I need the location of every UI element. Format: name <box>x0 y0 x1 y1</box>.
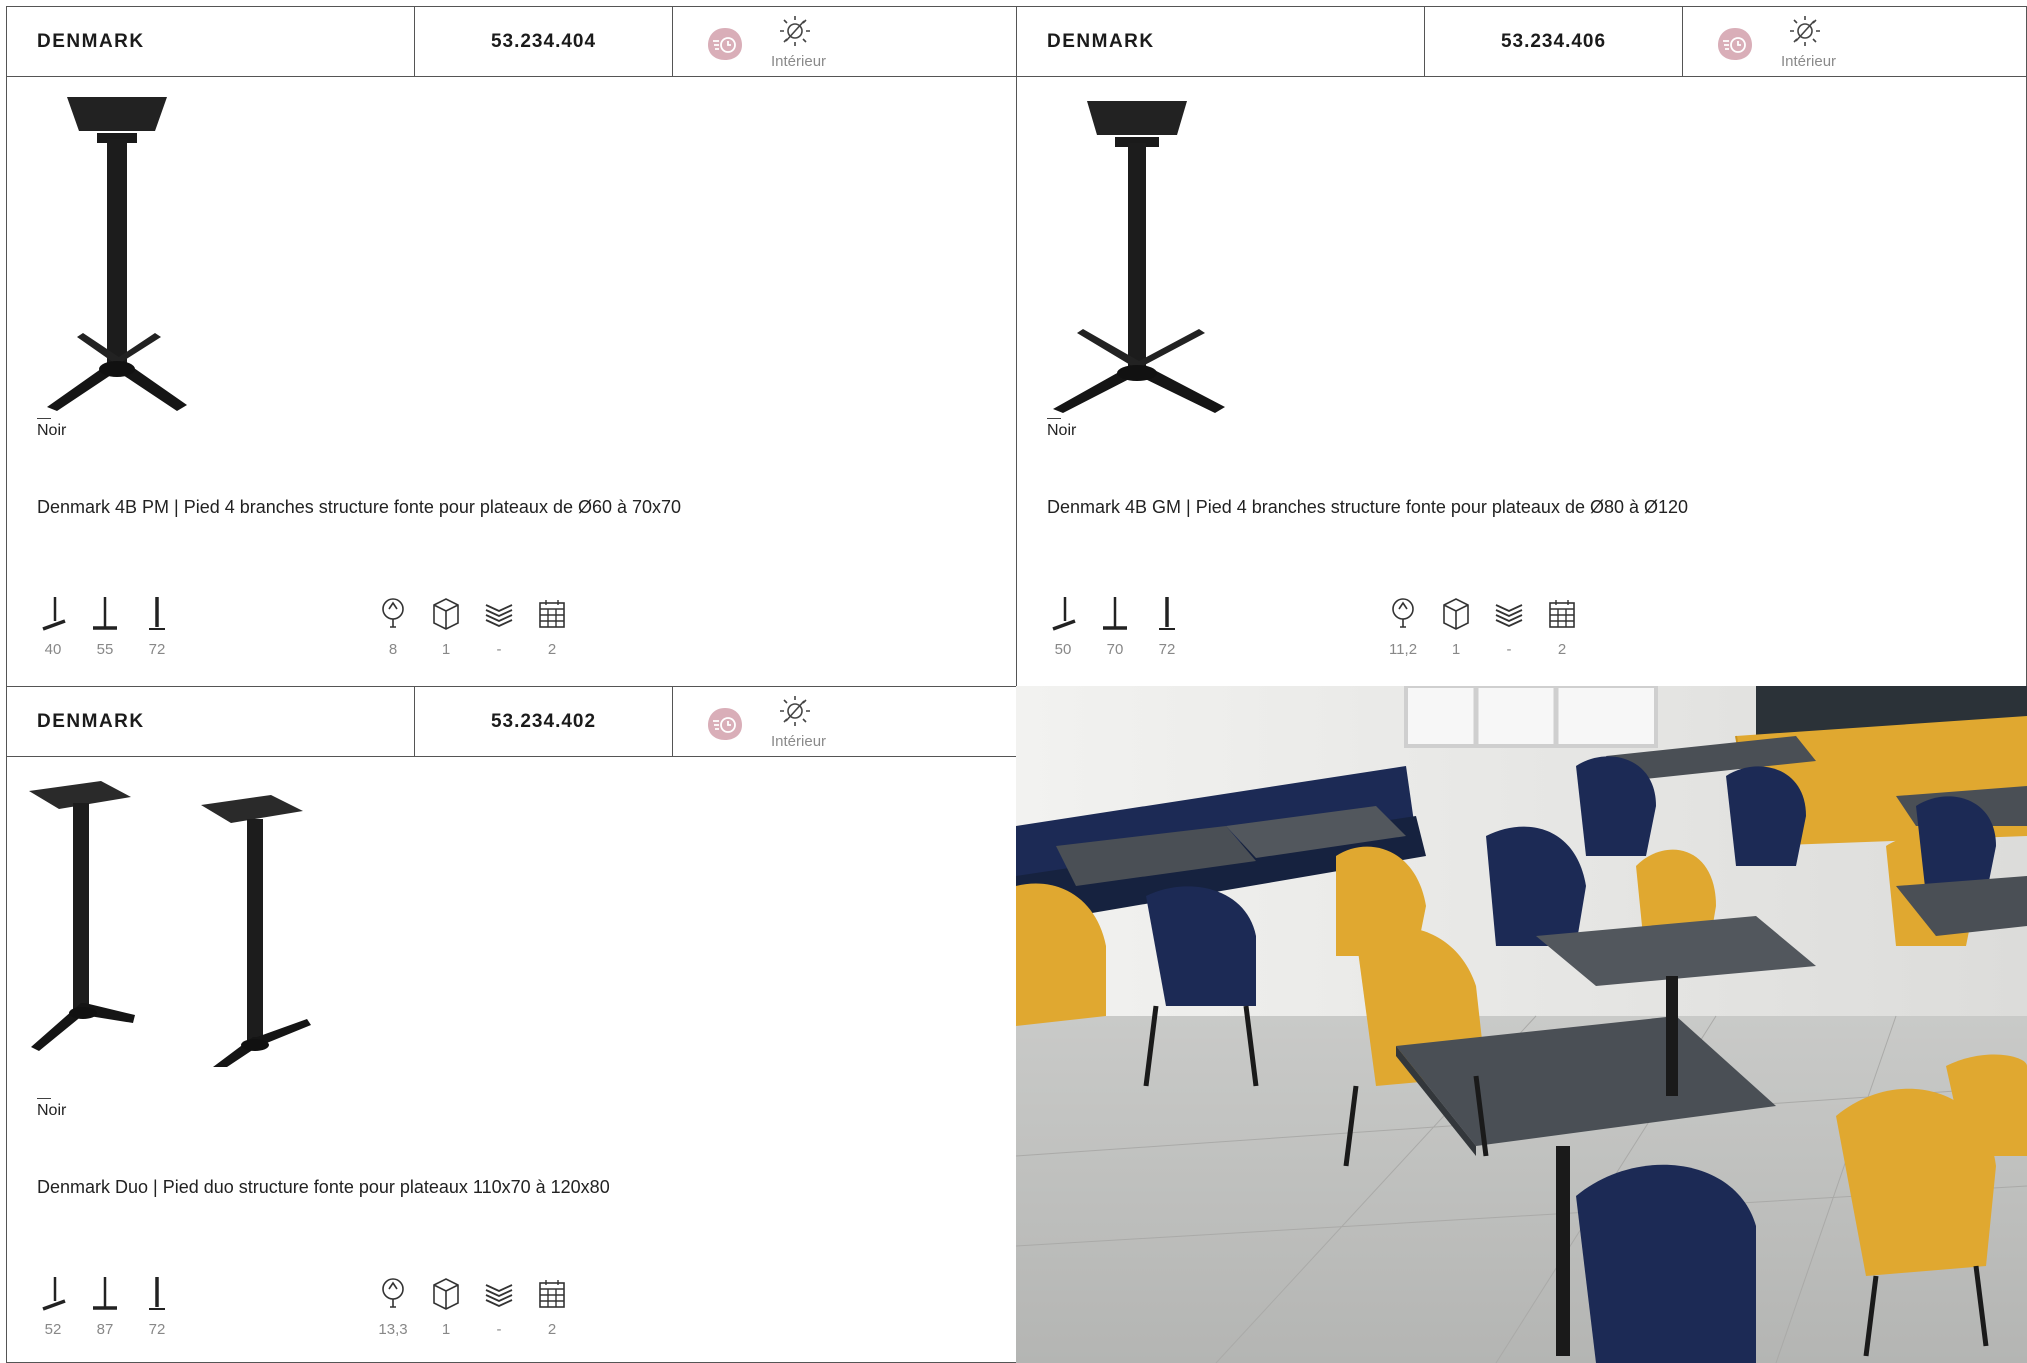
ambiance-photo <box>1016 686 2027 1363</box>
leg-depth-icon <box>93 1277 117 1310</box>
fast-delivery-icon <box>708 708 742 740</box>
environment-cell: Intérieur <box>1683 7 2026 76</box>
card-header: DENMARK 53.234.404 Intérieur <box>7 7 1016 77</box>
dim-depth-value: 55 <box>96 641 114 658</box>
environment-cell: Intérieur <box>673 7 1016 76</box>
product-name: DENMARK <box>1017 7 1425 76</box>
box-value: 1 <box>441 641 451 658</box>
leg-height-icon <box>149 1277 165 1310</box>
leg-depth-icon <box>1103 597 1127 630</box>
dim-height-value: 72 <box>148 1321 166 1338</box>
calendar-value: 2 <box>547 1321 557 1338</box>
sun-icon <box>780 696 810 726</box>
restaurant-room-illustration <box>1016 686 2027 1363</box>
sun-icon <box>780 16 810 46</box>
leg-width-icon <box>42 597 66 631</box>
box-value: 1 <box>1451 641 1461 658</box>
stack-icon <box>485 604 513 627</box>
product-card-3: DENMARK 53.234.402 Intérieur — Noir Denm… <box>6 686 1017 1363</box>
leg-width-icon <box>1052 597 1076 631</box>
stack-value: - <box>496 1321 502 1338</box>
environment-label: Intérieur <box>771 53 827 70</box>
calendar-value: 2 <box>547 641 557 658</box>
weight-icon <box>382 1278 404 1308</box>
product-code: 53.234.404 <box>415 7 673 76</box>
product-code: 53.234.406 <box>1425 7 1683 76</box>
box-value: 1 <box>441 1321 451 1338</box>
product-code: 53.234.402 <box>415 687 673 756</box>
dim-height-value: 72 <box>1158 641 1176 658</box>
product-description: Denmark 4B GM | Pied 4 branches structur… <box>1047 497 1689 517</box>
environment-label: Intérieur <box>1781 53 1837 70</box>
leg-height-icon <box>149 597 165 630</box>
calendar-value: 2 <box>1557 641 1567 658</box>
product-photo-duo <box>21 767 351 1067</box>
weight-value: 13,3 <box>378 1321 408 1338</box>
sun-icon <box>1790 16 1820 46</box>
weight-icon <box>1392 598 1414 628</box>
weight-value: 11,2 <box>1388 641 1418 658</box>
dim-width-value: 52 <box>44 1321 62 1338</box>
stack-icon <box>1495 604 1523 627</box>
product-description: Denmark 4B PM | Pied 4 branches structur… <box>37 497 682 517</box>
weight-value: 8 <box>388 641 398 658</box>
leg-depth-icon <box>93 597 117 630</box>
calendar-icon <box>539 600 565 628</box>
dim-width-value: 50 <box>1054 641 1072 658</box>
calendar-icon <box>539 1280 565 1308</box>
dim-width-value: 40 <box>44 641 62 658</box>
box-icon <box>1443 598 1469 630</box>
stack-value: - <box>496 641 502 658</box>
leg-width-icon <box>42 1277 66 1311</box>
environment-cell: Intérieur <box>673 687 1016 756</box>
fast-delivery-icon <box>1718 28 1752 60</box>
product-photo-4b-gm <box>1047 97 1237 417</box>
stack-icon <box>485 1284 513 1307</box>
color-label: Noir <box>37 422 67 439</box>
stack-value: - <box>1506 641 1512 658</box>
card-header: DENMARK 53.234.406 Intérieur <box>1017 7 2026 77</box>
box-icon <box>433 1278 459 1310</box>
product-description: Denmark Duo | Pied duo structure fonte p… <box>37 1177 610 1197</box>
dim-depth-value: 87 <box>96 1321 114 1338</box>
dim-depth-value: 70 <box>1106 641 1124 658</box>
color-label: Noir <box>37 1102 67 1119</box>
box-icon <box>433 598 459 630</box>
product-name: DENMARK <box>7 687 415 756</box>
fast-delivery-icon <box>708 28 742 60</box>
card-header: DENMARK 53.234.402 Intérieur <box>7 687 1016 757</box>
product-photo-4b-pm <box>37 89 197 419</box>
dim-height-value: 72 <box>148 641 166 658</box>
environment-label: Intérieur <box>771 733 827 750</box>
weight-icon <box>382 598 404 628</box>
leg-height-icon <box>1159 597 1175 630</box>
calendar-icon <box>1549 600 1575 628</box>
product-card-2: DENMARK 53.234.406 Intérieur — Noir Denm… <box>1016 6 2027 687</box>
product-name: DENMARK <box>7 7 415 76</box>
color-label: Noir <box>1047 422 1077 439</box>
product-card-1: DENMARK 53.234.404 Intérieur — Noir Denm… <box>6 6 1017 687</box>
